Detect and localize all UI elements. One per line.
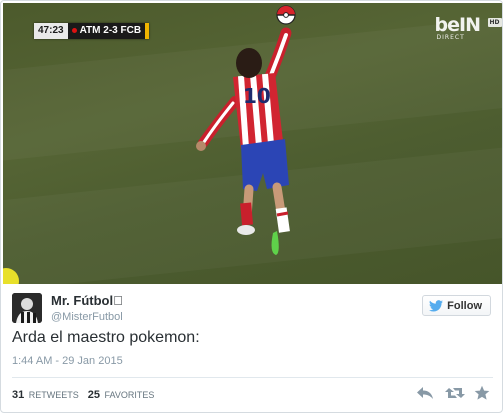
author-name[interactable]: Mr. Fútbol  (51, 293, 123, 308)
match-clock: 47:23 (34, 23, 68, 39)
avatar[interactable] (12, 293, 42, 323)
retweets-stat[interactable]: 31 RETWEETS (12, 389, 79, 401)
team-color-bar (145, 23, 150, 39)
tweet-media-image[interactable]: 47:23 ATM 2-3 FCB beIN HD DIRECT 10 (3, 3, 502, 284)
tweet-timestamp[interactable]: 1:44 AM - 29 Jan 2015 (12, 355, 123, 367)
pokeball-icon (276, 5, 296, 25)
favorites-count: 25 (87, 389, 101, 401)
match-score: ATM 2-3 FCB (67, 23, 146, 39)
player-number: 10 (243, 84, 271, 108)
tweet-card: 47:23 ATM 2-3 FCB beIN HD DIRECT 10 Mr. … (0, 0, 503, 413)
tweet-text: Arda el maestro pokemon: (12, 329, 200, 346)
author-handle[interactable]: @MisterFutbol (51, 311, 123, 323)
channel-logo: beIN HD DIRECT (434, 14, 502, 41)
avatar-image (12, 293, 42, 323)
hd-badge: HD (487, 18, 502, 27)
score-text: ATM 2-3 FCB (79, 25, 142, 36)
tweet-actions (416, 385, 492, 401)
channel-name: beIN (434, 14, 481, 36)
player-figure: 10 (196, 5, 296, 255)
favorites-label: FAVORITES (104, 390, 155, 400)
follow-label: Follow (447, 299, 482, 312)
reply-icon[interactable] (416, 385, 434, 401)
retweets-label: RETWEETS (28, 390, 79, 400)
star-icon[interactable] (474, 385, 492, 401)
team-color-dot (71, 28, 77, 33)
divider (12, 377, 493, 378)
retweets-count: 31 (12, 389, 25, 401)
scoreboard: 47:23 ATM 2-3 FCB (34, 23, 150, 39)
twitter-bird-icon (429, 299, 444, 312)
retweet-icon[interactable] (445, 385, 465, 401)
channel-sub: DIRECT (436, 34, 465, 41)
tweet-body: Mr. Fútbol  @MisterFutbol Follow Arda el… (1, 284, 502, 412)
tweet-stats: 31 RETWEETS 25 FAVORITES (12, 389, 154, 401)
favorites-stat[interactable]: 25 FAVORITES (88, 389, 155, 401)
follow-button[interactable]: Follow (422, 295, 491, 316)
